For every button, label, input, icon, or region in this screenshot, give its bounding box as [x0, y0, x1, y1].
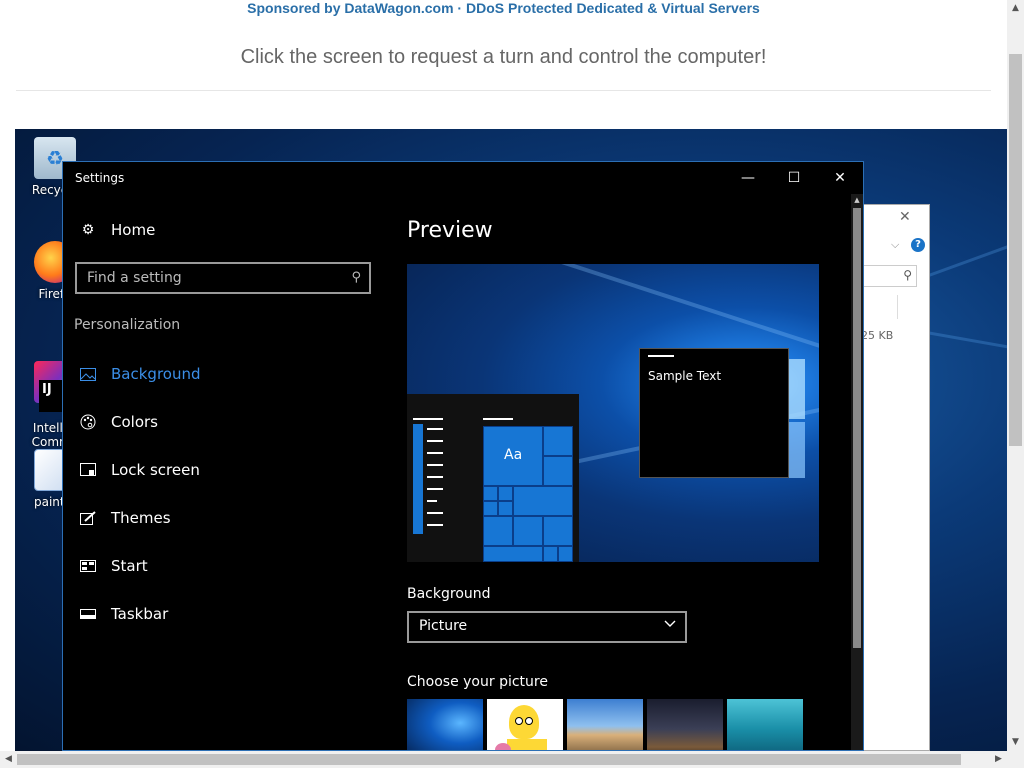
- search-icon: ⚲: [903, 268, 912, 282]
- search-icon: ⚲: [351, 270, 361, 285]
- lock-screen-icon: [79, 461, 97, 479]
- nav-label: Home: [111, 221, 156, 239]
- close-icon[interactable]: ✕: [899, 209, 911, 225]
- find-setting-field[interactable]: ⚲: [75, 262, 371, 294]
- taskbar-icon: [79, 605, 97, 623]
- picture-thumbnail-night-sky[interactable]: [647, 699, 723, 750]
- picture-icon: [79, 365, 97, 383]
- search-input[interactable]: [77, 264, 327, 292]
- nav-taskbar[interactable]: Taskbar: [79, 602, 168, 626]
- help-icon[interactable]: ?: [911, 238, 925, 252]
- sponsor-link[interactable]: Sponsored by DataWagon.com · DDoS Protec…: [0, 0, 1007, 16]
- scroll-down-arrow-icon[interactable]: ▼: [1007, 734, 1024, 751]
- maximize-button[interactable]: ☐: [771, 162, 817, 194]
- settings-scrollbar[interactable]: ▲: [851, 194, 863, 750]
- scrollbar-thumb[interactable]: [1009, 54, 1022, 446]
- browser-page: Sponsored by DataWagon.com · DDoS Protec…: [0, 0, 1024, 768]
- nav-label: Taskbar: [111, 605, 169, 623]
- background-preview: Aa Sample Text: [407, 264, 819, 562]
- preview-start-menu: Aa: [407, 394, 579, 562]
- picture-thumbnail-underwater[interactable]: [727, 699, 803, 750]
- preview-heading: Preview: [407, 218, 493, 243]
- minimize-button[interactable]: —: [725, 162, 771, 194]
- background-type-select[interactable]: Picture: [407, 611, 687, 643]
- nav-lock-screen[interactable]: Lock screen: [79, 458, 200, 482]
- chevron-down-icon[interactable]: ⌵: [891, 238, 899, 252]
- nav-label: Themes: [111, 509, 171, 527]
- nav-label: Lock screen: [111, 461, 200, 479]
- nav-home[interactable]: ⚙ Home: [79, 218, 156, 242]
- nav-label: Background: [111, 365, 201, 383]
- close-button[interactable]: ✕: [817, 162, 863, 194]
- nav-colors[interactable]: Colors: [79, 410, 158, 434]
- scrollbar-thumb[interactable]: [853, 208, 861, 648]
- nav-themes[interactable]: Themes: [79, 506, 171, 530]
- instruction-text: Click the screen to request a turn and c…: [240, 46, 767, 68]
- scrollbar-thumb[interactable]: [17, 754, 961, 765]
- section-heading: Personalization: [74, 317, 181, 333]
- preview-sample-window: Sample Text: [639, 348, 789, 478]
- gear-icon: ⚙: [81, 222, 95, 238]
- start-icon: [79, 557, 97, 575]
- nav-background[interactable]: Background: [79, 362, 201, 386]
- file-size: 25 KB: [861, 329, 894, 342]
- settings-window: Settings — ☐ ✕ ⚙ Home ⚲ Personalization …: [62, 161, 864, 751]
- scroll-up-arrow-icon[interactable]: ▲: [1007, 0, 1024, 17]
- chevron-down-icon: [663, 616, 677, 634]
- picture-thumbnail-windows[interactable]: [407, 699, 483, 750]
- nav-label: Colors: [111, 413, 158, 431]
- divider: [16, 90, 991, 91]
- select-value: Picture: [419, 618, 468, 634]
- browser-horizontal-scrollbar[interactable]: ◀ ▶: [0, 751, 1024, 768]
- scroll-right-arrow-icon[interactable]: ▶: [990, 751, 1007, 768]
- title-bar[interactable]: Settings — ☐ ✕: [63, 162, 863, 194]
- divider: [897, 295, 898, 319]
- search-input[interactable]: ⚲: [863, 265, 917, 287]
- preview-sample-text: Sample Text: [648, 369, 722, 383]
- background-label: Background: [407, 586, 491, 602]
- brush-icon: [79, 509, 97, 527]
- preview-tile-text: Aa: [504, 447, 523, 463]
- scroll-left-arrow-icon[interactable]: ◀: [0, 751, 17, 768]
- palette-icon: [79, 413, 97, 431]
- picture-thumbnail-beach[interactable]: [567, 699, 643, 750]
- picture-thumbnail-homer[interactable]: [487, 699, 563, 750]
- nav-label: Start: [111, 557, 148, 575]
- scroll-up-arrow-icon[interactable]: ▲: [851, 194, 863, 206]
- window-title: Settings: [75, 171, 125, 185]
- choose-picture-label: Choose your picture: [407, 674, 548, 690]
- browser-vertical-scrollbar[interactable]: ▲ ▼: [1007, 0, 1024, 751]
- nav-start[interactable]: Start: [79, 554, 148, 578]
